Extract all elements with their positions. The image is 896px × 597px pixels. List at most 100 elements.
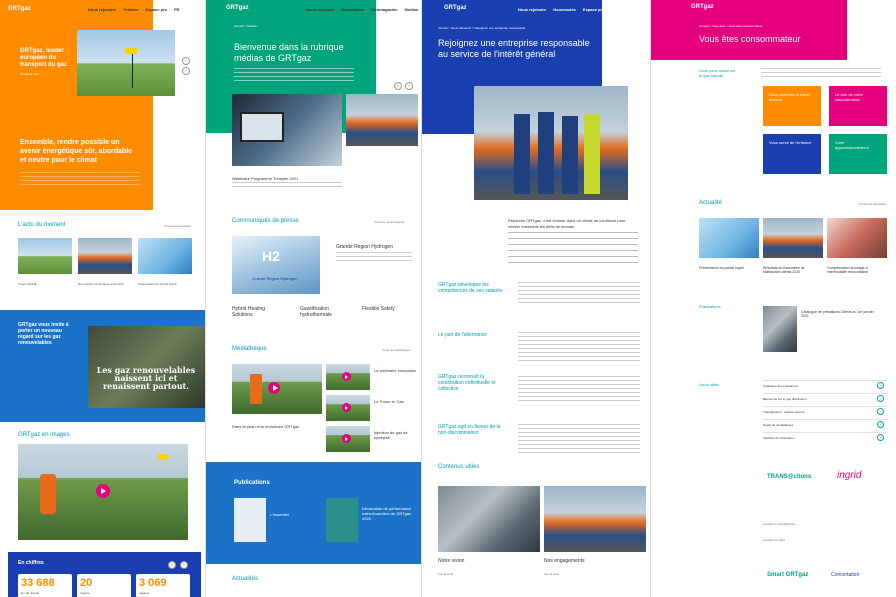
publication-cover[interactable] [326,498,358,542]
chevron-right-icon[interactable]: › [877,421,884,428]
nav-item[interactable]: Médias [618,7,632,12]
nav-item[interactable]: FR [174,7,179,12]
useful-item-title[interactable]: Notre vision [438,558,464,564]
actu-item-title[interactable]: Présentation du portail Ingrid [699,266,759,270]
publication-cover[interactable] [763,306,797,352]
breadcrumb[interactable]: Accueil > Médias [234,24,257,28]
nav-item[interactable]: Nous rejoindre [88,7,116,12]
actu-item-title[interactable]: Compensation stockage & intermodalité re… [827,266,887,274]
press-item-title[interactable]: Flexible Safety [362,306,412,312]
actu-item-title[interactable]: Présentation du portail Ingrid [138,282,192,286]
nav-item[interactable]: Nouveautés [553,7,576,12]
section-heading: GRTgaz reconnaît la contribution individ… [438,374,496,392]
carousel-next-button[interactable]: › [182,67,190,75]
nav-item[interactable]: Nouveautés [341,7,364,12]
useful-link[interactable]: Trans@ctions : espace réservé [763,410,804,414]
play-icon[interactable] [342,403,351,412]
media-caption[interactable]: Dans la peau d'un technicien GRTgaz [232,424,312,429]
press-photo[interactable]: H2 Grande Région Hydrogen [232,236,320,294]
chevron-right-icon[interactable]: › [877,382,884,389]
actu-thumb[interactable] [18,238,72,274]
actu-item-title[interactable]: Résultats du Baromètre de satisfaction c… [763,266,823,274]
actu-thumb[interactable] [827,218,887,258]
tile-card[interactable]: Le rôle de votre raccordement [829,86,887,126]
play-icon[interactable] [342,434,351,443]
media-item-title[interactable]: Injection de gaz de synthèse [374,430,418,440]
brand-link[interactable]: Accéder à Trans@ctions [763,522,796,526]
event-photo[interactable] [232,94,342,166]
play-icon[interactable] [96,484,110,498]
grtgaz-logo[interactable]: GRTgaz [444,5,467,11]
nav-item[interactable]: Nous rejoindre [518,7,546,12]
media-item-title[interactable]: Le webinaire innovation [374,368,418,373]
nav-item[interactable]: Espace pro [146,7,168,12]
actu-thumb[interactable] [699,218,759,258]
grtgaz-logo[interactable]: GRTgaz [8,6,31,12]
nav-item[interactable]: Nous rejoindre [306,7,334,12]
play-icon[interactable] [342,372,351,381]
nav-item[interactable]: Tenders [123,7,138,12]
nav-item[interactable]: Webmagazine [371,7,398,12]
publication-title[interactable]: Déclaration de performance extra-financi… [362,506,414,521]
event-photo-2[interactable] [346,94,418,146]
grtgaz-logo[interactable]: GRTgaz [691,4,714,10]
smart-grtgaz-logo[interactable]: Smart GRTgaz [767,572,808,578]
actu-thumb[interactable] [763,218,823,258]
section-heading: GRTgaz développe les compétences de ses … [438,282,503,294]
actu-item-title[interactable]: Nos métiers techniques au féminin [78,282,132,286]
h2-label: H2 [262,248,280,264]
intro-text: Rejoindre GRTgaz, c'est évoluer dans un … [508,218,626,229]
useful-photo[interactable] [544,486,646,552]
useful-more-link[interactable]: Lire la suite [438,572,453,576]
press-more-link[interactable]: Tous les communiqués [374,220,405,224]
carousel-prev-button[interactable]: ‹ [182,57,190,65]
chevron-right-icon[interactable]: › [877,408,884,415]
grtgaz-logo[interactable]: GRTgaz [226,5,249,11]
useful-link[interactable]: Bienvenue sur le gaz distributeur [763,397,807,401]
actu-item-title[interactable]: Projet JUCHE [18,282,72,286]
press-item-title[interactable]: Gazéification hydrothermale [300,306,350,318]
useful-item-title[interactable]: Nos engagements [544,558,585,564]
page-title: Rejoignez une entreprise responsable au … [438,38,590,59]
press-item-title[interactable]: Hybrid Heating Solutions [232,306,282,318]
brand-link[interactable]: Accéder à Ingrid [763,538,785,542]
tile-card[interactable]: Vous cherchez à entrer Maison [763,86,821,126]
transactions-logo[interactable]: TRANS@ctions [767,474,811,480]
play-icon[interactable] [268,382,280,394]
publication-title[interactable]: L'essentiel [270,512,308,517]
breadcrumb[interactable]: Accueil > Nous découvrir > Rejoignez une… [438,26,638,30]
press-item-title[interactable]: Grande Region Hydrogen [336,244,393,250]
media-item-title[interactable]: Le Power to Gas [374,399,418,404]
useful-more-link[interactable]: Lire la suite [544,572,559,576]
useful-photo[interactable] [438,486,540,552]
tile-card[interactable]: Vous serez de l'enfance [763,134,821,174]
stat-label: salariés [139,591,150,595]
nav-item[interactable]: Espace presse [583,7,611,12]
event-caption[interactable]: Webinaire Programme Tremplin 2021 [232,176,298,181]
publication-title[interactable]: Catalogue de prestations Clients au 1er … [801,310,881,318]
useful-link[interactable]: Catalogue des prestations [763,384,798,388]
chevron-right-icon[interactable]: › [877,434,884,441]
carousel-prev-button[interactable]: ‹ [394,82,402,90]
publication-cover[interactable] [234,498,266,542]
chiffres-next-button[interactable]: › [180,561,188,569]
tile-card[interactable]: Votre approvisionnement [829,134,887,174]
actu-more-link[interactable]: Toutes les actualités [859,202,886,206]
media-more-link[interactable]: Toute la médiathèque [382,348,411,352]
actu-more-link[interactable]: Toutes les actualités [164,224,191,228]
useful-link[interactable]: Dépôt de candidatures [763,423,793,427]
useful-link[interactable]: Interface de réservation [763,436,795,440]
consumer-page-screenshot: GRTgaz Accueil > Vous êtes > Vous êtes c… [650,0,896,597]
ingrid-logo[interactable]: ingrid [837,470,861,481]
nav-item[interactable]: Médias [405,7,419,12]
carousel-next-button[interactable]: › [405,82,413,90]
actu-thumb[interactable] [138,238,192,274]
chevron-right-icon[interactable]: › [877,395,884,402]
hero-link[interactable]: En savoir plus [20,72,39,76]
h2-subtitle: Grande Région Hydrogen [252,276,298,281]
actu-thumb[interactable] [78,238,132,274]
breadcrumb[interactable]: Accueil > Vous êtes > Vous êtes consomma… [699,24,849,28]
concertation-logo[interactable]: Concertation [831,572,859,578]
actualites-section-title: Actualités [232,576,259,582]
chiffres-prev-button[interactable]: ‹ [168,561,176,569]
